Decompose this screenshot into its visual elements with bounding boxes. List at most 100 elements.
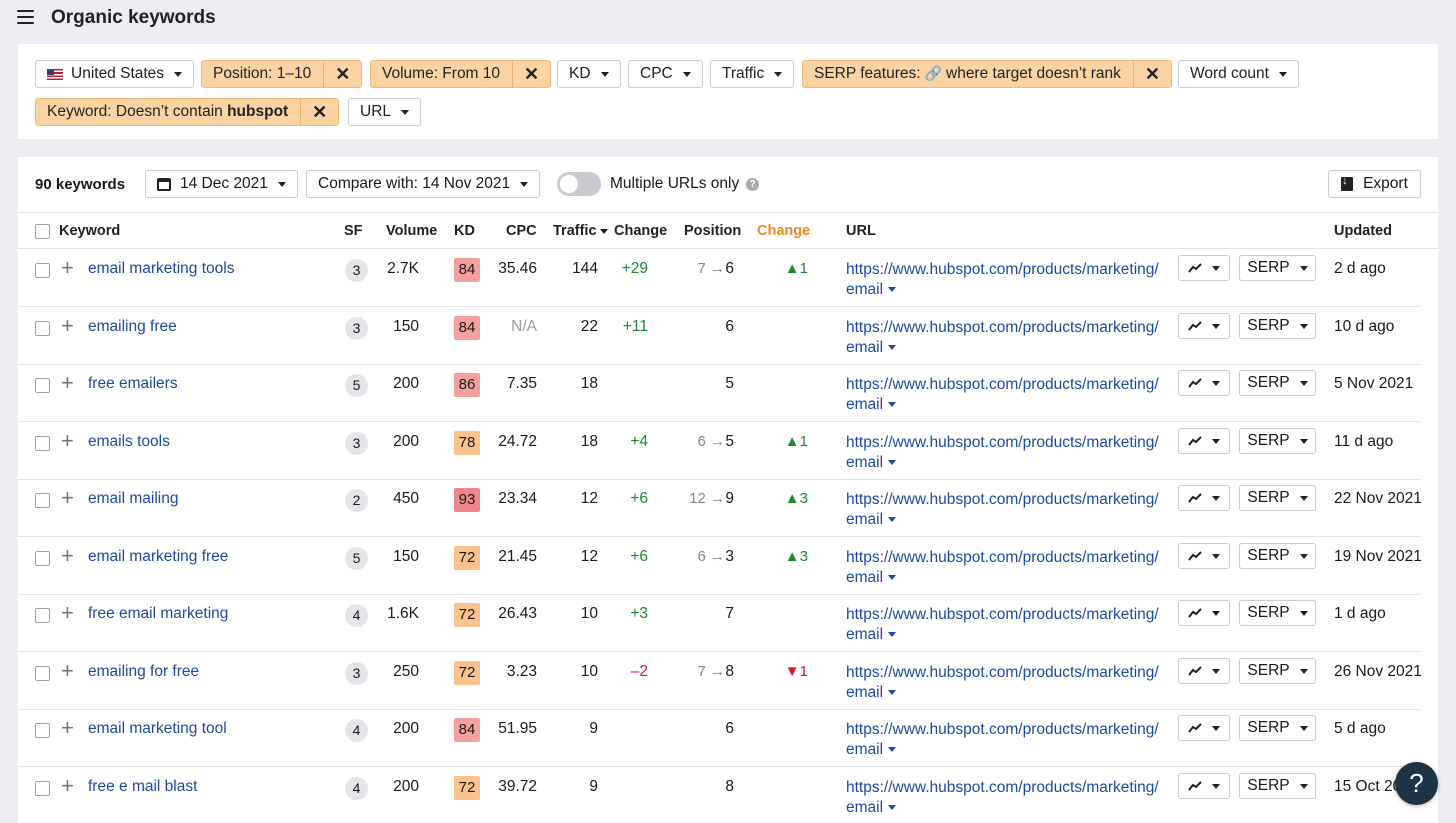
trend-chart-button[interactable] [1178,600,1230,626]
close-icon[interactable]: ✕ [300,99,338,125]
serp-button[interactable]: SERP [1239,313,1316,339]
col-kd[interactable]: KD [454,223,475,239]
serp-button[interactable]: SERP [1239,773,1316,799]
traffic-filter[interactable]: Traffic [710,60,795,88]
serp-button[interactable]: SERP [1239,255,1316,281]
sf-badge[interactable]: 4 [345,777,368,800]
add-icon[interactable]: + [61,658,74,684]
kd-filter[interactable]: KD [557,60,621,88]
row-checkbox[interactable] [35,781,50,796]
url-link[interactable]: https://www.hubspot.com/products/marketi… [846,490,1164,530]
url-link[interactable]: https://www.hubspot.com/products/marketi… [846,605,1164,645]
trend-chart-button[interactable] [1178,715,1230,741]
col-volume[interactable]: Volume [386,223,437,239]
keyword-link[interactable]: emails tools [88,433,170,451]
word-count-filter[interactable]: Word count [1178,60,1299,88]
sf-badge[interactable]: 4 [345,604,368,627]
keyword-link[interactable]: email mailing [88,490,178,508]
url-link[interactable]: https://www.hubspot.com/products/marketi… [846,778,1164,818]
add-icon[interactable]: + [61,370,74,396]
cpc-filter[interactable]: CPC [628,60,703,88]
export-button[interactable]: Export [1328,170,1421,198]
serp-features-filter[interactable]: SERP features: 🔗 where target doesn’t rank… [802,60,1172,88]
position-filter[interactable]: Position: 1–10 ✕ [201,60,363,88]
row-checkbox[interactable] [35,378,50,393]
keyword-filter[interactable]: Keyword: Doesn’t contain hubspot ✕ [35,98,340,126]
url-link[interactable]: https://www.hubspot.com/products/marketi… [846,663,1164,703]
col-url[interactable]: URL [846,223,876,239]
sf-badge[interactable]: 5 [345,547,368,570]
serp-button[interactable]: SERP [1239,428,1316,454]
compare-date-picker[interactable]: Compare with: 14 Nov 2021 [306,170,541,198]
row-checkbox[interactable] [35,608,50,623]
sf-badge[interactable]: 2 [345,489,368,512]
url-link[interactable]: https://www.hubspot.com/products/marketi… [846,433,1164,473]
row-checkbox[interactable] [35,666,50,681]
sf-badge[interactable]: 3 [345,317,368,340]
sf-badge[interactable]: 4 [345,719,368,742]
add-icon[interactable]: + [61,428,74,454]
serp-button[interactable]: SERP [1239,658,1316,684]
add-icon[interactable]: + [61,715,74,741]
col-position-change[interactable]: Change [757,223,810,239]
trend-chart-button[interactable] [1178,543,1230,569]
col-keyword[interactable]: Keyword [59,223,120,239]
row-checkbox[interactable] [35,263,50,278]
col-sf[interactable]: SF [344,223,363,239]
add-icon[interactable]: + [61,773,74,799]
col-traffic[interactable]: Traffic [553,223,608,239]
url-link[interactable]: https://www.hubspot.com/products/marketi… [846,260,1164,300]
trend-chart-button[interactable] [1178,773,1230,799]
serp-button[interactable]: SERP [1239,543,1316,569]
add-icon[interactable]: + [61,543,74,569]
keyword-link[interactable]: email marketing free [88,548,228,566]
trend-chart-button[interactable] [1178,370,1230,396]
keyword-link[interactable]: emailing for free [88,663,199,681]
trend-chart-button[interactable] [1178,658,1230,684]
serp-button[interactable]: SERP [1239,485,1316,511]
url-filter[interactable]: URL [348,98,422,126]
help-icon[interactable]: ? [746,178,759,191]
row-checkbox[interactable] [35,551,50,566]
sf-badge[interactable]: 3 [345,662,368,685]
row-checkbox[interactable] [35,493,50,508]
url-link[interactable]: https://www.hubspot.com/products/marketi… [846,720,1164,760]
help-button[interactable]: ? [1395,762,1438,805]
close-icon[interactable]: ✕ [323,61,361,87]
row-checkbox[interactable] [35,436,50,451]
country-filter[interactable]: United States [35,60,195,88]
row-checkbox[interactable] [35,321,50,336]
add-icon[interactable]: + [61,600,74,626]
sf-badge[interactable]: 3 [345,259,368,282]
url-link[interactable]: https://www.hubspot.com/products/marketi… [846,318,1164,358]
add-icon[interactable]: + [61,485,74,511]
keyword-link[interactable]: free email marketing [88,605,228,623]
keyword-link[interactable]: free emailers [88,375,178,393]
volume-filter[interactable]: Volume: From 10 ✕ [370,60,552,88]
keyword-link[interactable]: free e mail blast [88,778,197,796]
sf-badge[interactable]: 5 [345,374,368,397]
serp-button[interactable]: SERP [1239,600,1316,626]
keyword-link[interactable]: email marketing tools [88,260,234,278]
keyword-link[interactable]: email marketing tool [88,720,227,738]
serp-button[interactable]: SERP [1239,715,1316,741]
url-link[interactable]: https://www.hubspot.com/products/marketi… [846,548,1164,588]
add-icon[interactable]: + [61,313,74,339]
multiple-urls-toggle[interactable] [557,172,601,196]
trend-chart-button[interactable] [1178,428,1230,454]
menu-icon[interactable] [17,10,34,24]
row-checkbox[interactable] [35,723,50,738]
col-position[interactable]: Position [684,223,741,239]
date-picker[interactable]: 14 Dec 2021 [145,170,298,198]
url-link[interactable]: https://www.hubspot.com/products/marketi… [846,375,1164,415]
col-cpc[interactable]: CPC [506,223,537,239]
select-all-checkbox[interactable] [35,224,50,239]
keyword-link[interactable]: emailing free [88,318,177,336]
add-icon[interactable]: + [61,255,74,281]
close-icon[interactable]: ✕ [512,61,550,87]
trend-chart-button[interactable] [1178,313,1230,339]
close-icon[interactable]: ✕ [1132,61,1171,87]
sf-badge[interactable]: 3 [345,432,368,455]
col-updated[interactable]: Updated [1334,223,1392,239]
trend-chart-button[interactable] [1178,485,1230,511]
